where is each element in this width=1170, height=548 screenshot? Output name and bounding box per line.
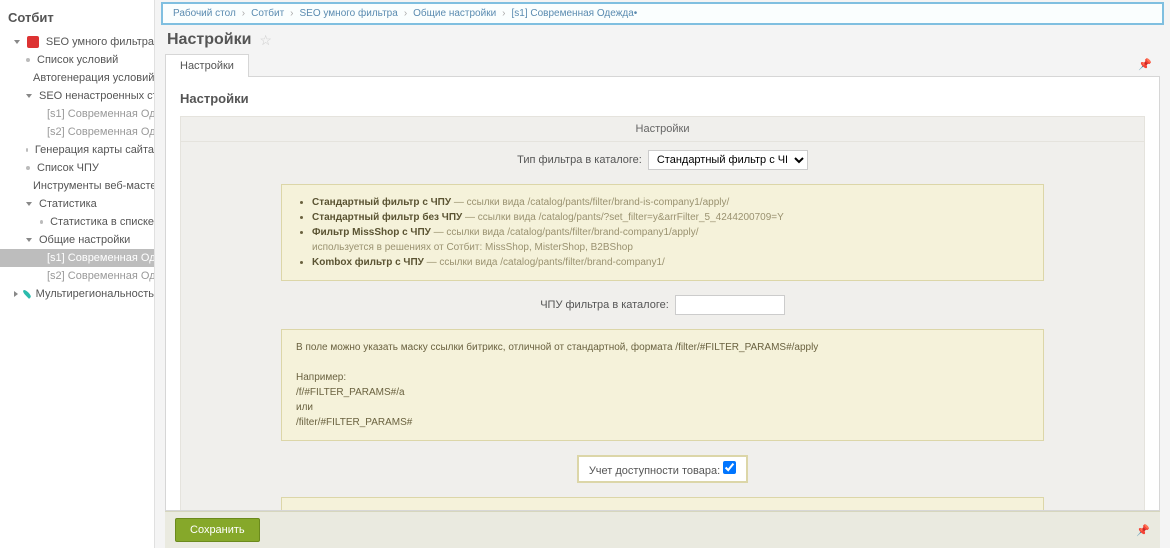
favorite-star-icon[interactable]: ☆	[259, 32, 272, 49]
sidebar-item-seo-unconfigured[interactable]: SEO ненастроенных страниц	[0, 87, 154, 105]
sidebar-item-seo-filter[interactable]: SEO умного фильтра	[0, 33, 154, 51]
availability-note: Если будет включена опция "Учет доступно…	[281, 497, 1044, 511]
sidebar-item-site-s2-a[interactable]: [s2] Современная Одежда•	[0, 123, 154, 141]
chpu-label: ЧПУ фильтра в каталоге:	[540, 299, 669, 311]
tab-settings[interactable]: Настройки	[165, 54, 249, 77]
filter-type-select[interactable]: Стандартный фильтр с ЧПУ	[648, 150, 808, 170]
sidebar-item-stats-list[interactable]: Статистика в списке	[0, 213, 154, 231]
sidebar-item-site-s1-a[interactable]: [s1] Современная Одежда•	[0, 105, 154, 123]
main: Рабочий стол› Сотбит› SEO умного фильтра…	[155, 0, 1170, 548]
footer-bar: Сохранить 📌	[165, 511, 1160, 548]
sidebar: Сотбит SEO умного фильтра Список условий…	[0, 0, 155, 548]
sidebar-item-stats[interactable]: Статистика	[0, 195, 154, 213]
module-icon	[27, 36, 39, 48]
sidebar-item-autogen[interactable]: Автогенерация условий	[0, 69, 154, 87]
sidebar-item-webmaster[interactable]: Инструменты веб-мастера	[0, 177, 154, 195]
sidebar-item-site-s1-b[interactable]: [s1] Современная Одежда•	[0, 249, 154, 267]
section-title: Настройки	[180, 85, 1145, 116]
crumb-sotbit[interactable]: Сотбит	[251, 8, 284, 19]
sidebar-title: Сотбит	[0, 6, 154, 33]
save-button[interactable]: Сохранить	[175, 518, 260, 542]
row-filter-type: Тип фильтра в каталоге: Стандартный филь…	[181, 142, 1144, 178]
content: Настройки Настройки Тип фильтра в катало…	[165, 77, 1160, 511]
sidebar-item-multiregion[interactable]: Мультирегиональность	[0, 285, 154, 303]
filter-types-info: Стандартный фильтр с ЧПУ — ссылки вида /…	[281, 184, 1044, 281]
crumb-settings[interactable]: Общие настройки	[413, 8, 496, 19]
pin-icon	[22, 289, 32, 299]
crumb-desktop[interactable]: Рабочий стол	[173, 8, 236, 19]
sidebar-tree: SEO умного фильтра Список условий Автоге…	[0, 33, 154, 303]
availability-label: Учет доступности товара:	[589, 465, 720, 477]
tabbar: Настройки 📌	[165, 53, 1160, 77]
breadcrumb: Рабочий стол› Сотбит› SEO умного фильтра…	[161, 2, 1164, 25]
crumb-seo[interactable]: SEO умного фильтра	[300, 8, 398, 19]
availability-checkbox[interactable]	[723, 461, 736, 474]
filter-type-label: Тип фильтра в каталоге:	[517, 154, 642, 166]
panel-header: Настройки	[181, 117, 1144, 142]
footer-pin-icon[interactable]: 📌	[1136, 524, 1150, 537]
sidebar-item-chpu-list[interactable]: Список ЧПУ	[0, 159, 154, 177]
settings-panel: Настройки Тип фильтра в каталоге: Станда…	[180, 116, 1145, 511]
chpu-input[interactable]	[675, 295, 785, 315]
page-title: Настройки	[167, 31, 251, 49]
crumb-site[interactable]: [s1] Современная Одежда•	[512, 8, 638, 19]
sidebar-item-site-s2-b[interactable]: [s2] Современная Одежда•	[0, 267, 154, 285]
sidebar-item-conditions[interactable]: Список условий	[0, 51, 154, 69]
row-chpu: ЧПУ фильтра в каталоге:	[181, 287, 1144, 323]
sidebar-item-settings[interactable]: Общие настройки	[0, 231, 154, 249]
sidebar-item-sitemap[interactable]: Генерация карты сайта	[0, 141, 154, 159]
tabbar-pin-icon[interactable]: 📌	[1130, 53, 1160, 76]
title-row: Настройки ☆	[155, 25, 1170, 53]
row-availability: Учет доступности товара:	[181, 447, 1144, 491]
mask-info: В поле можно указать маску ссылки битрик…	[281, 329, 1044, 441]
